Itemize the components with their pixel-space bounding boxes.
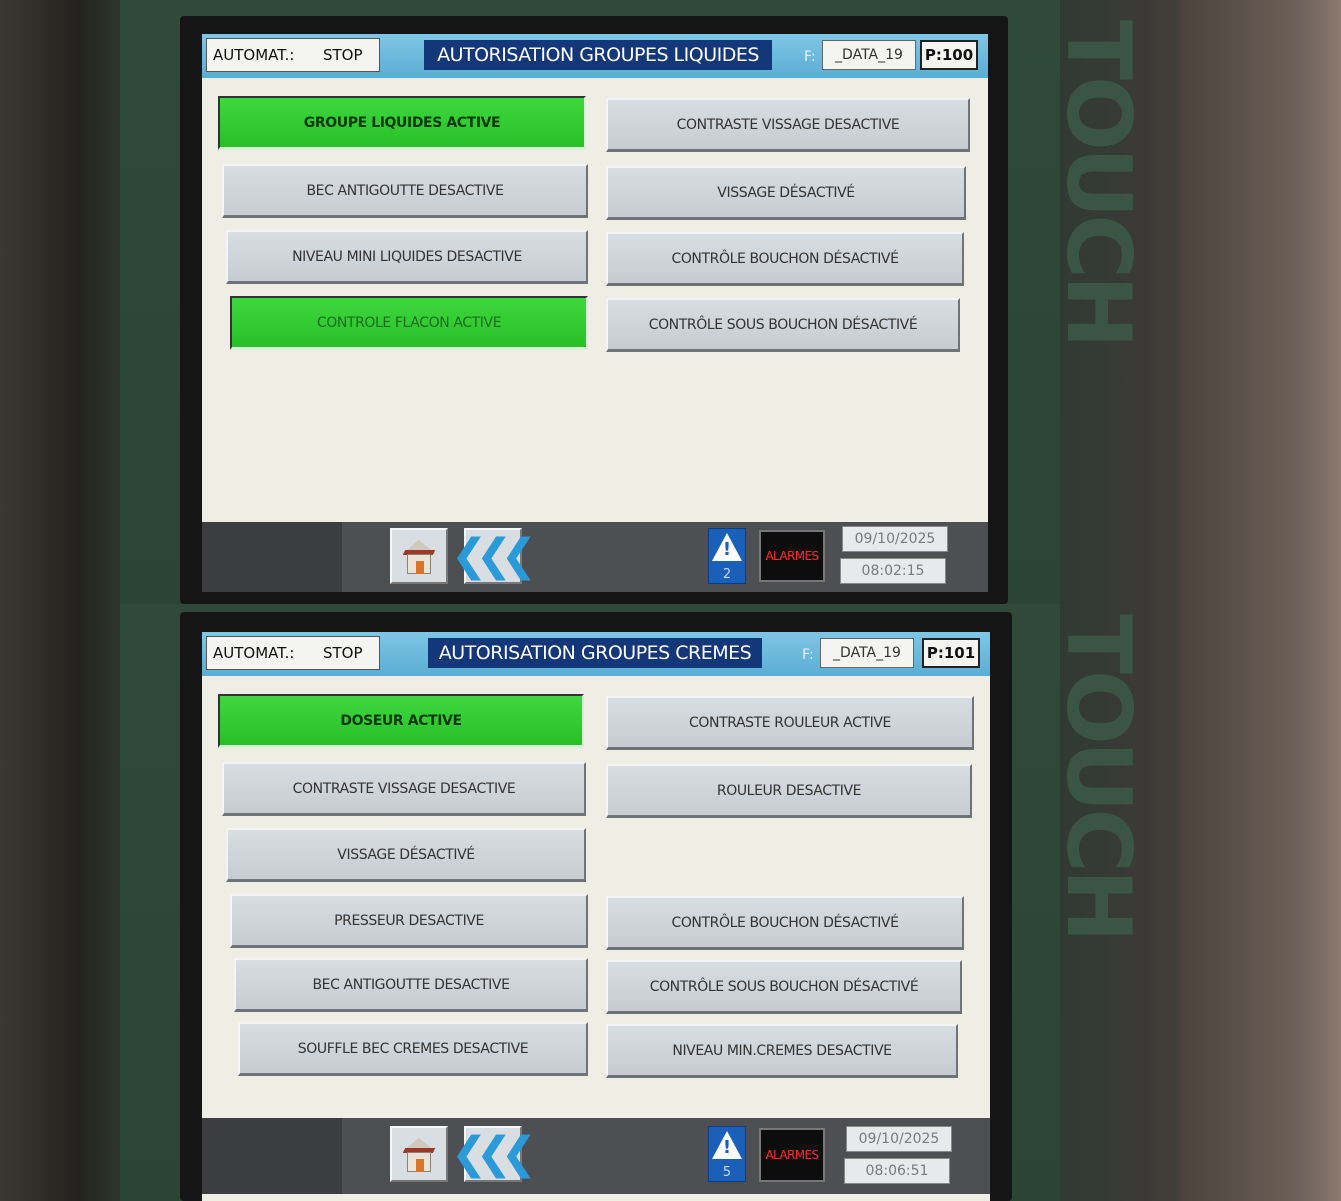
button-label: VISSAGE DÉSACTIVÉ: [717, 184, 855, 201]
header-bar: AUTOMAT.: STOP AUTORISATION GROUPES LIQU…: [202, 34, 988, 78]
hmi-screen-cremes: AUTOMAT.: STOP AUTORISATION GROUPES CREM…: [202, 632, 990, 1201]
date-display: 09/10/2025: [846, 1126, 952, 1152]
toggle-controle-sous-bouchon[interactable]: CONTRÔLE SOUS BOUCHON DÉSACTIVÉ: [606, 960, 962, 1014]
toggle-niveau-mini-liquides[interactable]: NIVEAU MINI LIQUIDES DESACTIVE: [226, 230, 588, 284]
toggle-contraste-vissage[interactable]: CONTRASTE VISSAGE DESACTIVE: [606, 98, 970, 152]
button-label: CONTRASTE VISSAGE DESACTIVE: [676, 116, 900, 133]
alarms-button[interactable]: ALARMES: [759, 1128, 825, 1182]
automat-label: AUTOMAT.:: [213, 46, 295, 64]
bezel-brand-marking: TOUCH: [1047, 20, 1150, 345]
footer-left-panel: [202, 1118, 342, 1194]
page-number: P:101: [922, 638, 980, 668]
button-label: SOUFFLE BEC CREMES DESACTIVE: [297, 1040, 529, 1057]
background-right-metal: [1180, 0, 1341, 604]
hmi-screen-liquides: AUTOMAT.: STOP AUTORISATION GROUPES LIQU…: [202, 34, 988, 592]
photo-top: TOUCH AUTOMAT.: STOP AUTORISATION GROUPE…: [0, 0, 1341, 604]
toggle-niveau-min-cremes[interactable]: NIVEAU MIN.CREMES DESACTIVE: [606, 1024, 958, 1078]
home-button[interactable]: [390, 1126, 448, 1182]
warning-count: 5: [722, 1165, 732, 1180]
footer-left-panel: [202, 522, 342, 592]
toggle-vissage[interactable]: VISSAGE DÉSACTIVÉ: [606, 166, 966, 220]
warning-exclamation: !: [722, 1137, 732, 1158]
toggle-controle-sous-bouchon[interactable]: CONTRÔLE SOUS BOUCHON DÉSACTIVÉ: [606, 298, 960, 352]
home-icon: [392, 530, 446, 582]
time-display: 08:06:51: [844, 1158, 950, 1184]
home-icon: [392, 1128, 446, 1180]
button-label: DOSEUR ACTIVE: [340, 712, 462, 729]
button-label: GROUPE LIQUIDES ACTIVE: [303, 114, 501, 131]
data-id: _DATA_19: [822, 40, 916, 70]
toggle-doseur[interactable]: DOSEUR ACTIVE: [218, 694, 584, 748]
warning-button[interactable]: ! 5: [708, 1126, 746, 1182]
page-title: AUTORISATION GROUPES LIQUIDES: [424, 40, 772, 70]
f-label: F:: [802, 647, 814, 663]
data-id: _DATA_19: [820, 638, 914, 668]
button-label: VISSAGE DÉSACTIVÉ: [337, 846, 475, 863]
toggle-bec-antigoutte[interactable]: BEC ANTIGOUTTE DESACTIVE: [234, 958, 588, 1012]
alarms-button[interactable]: ALARMES: [759, 530, 825, 582]
header-bar: AUTOMAT.: STOP AUTORISATION GROUPES CREM…: [202, 632, 990, 676]
photo-bottom: TOUCH AUTOMAT.: STOP AUTORISATION GROUPE…: [0, 604, 1341, 1201]
toggle-contraste-vissage[interactable]: CONTRASTE VISSAGE DESACTIVE: [222, 762, 586, 816]
double-chevron-left-icon: ❮❮❮: [450, 530, 538, 581]
f-label: F:: [804, 49, 816, 65]
automat-label: AUTOMAT.:: [213, 644, 295, 662]
home-button[interactable]: [390, 528, 448, 584]
toggle-rouleur[interactable]: ROULEUR DESACTIVE: [606, 764, 972, 818]
button-label: CONTRASTE VISSAGE DESACTIVE: [292, 780, 516, 797]
automat-value: STOP: [323, 644, 363, 662]
automat-status: AUTOMAT.: STOP: [206, 38, 380, 72]
background-right-metal: [1180, 604, 1341, 1201]
bezel-brand-marking: TOUCH: [1047, 614, 1150, 939]
toggle-presseur[interactable]: PRESSEUR DESACTIVE: [230, 894, 588, 948]
button-label: BEC ANTIGOUTTE DESACTIVE: [312, 976, 510, 993]
automat-value: STOP: [323, 46, 363, 64]
toggle-vissage[interactable]: VISSAGE DÉSACTIVÉ: [226, 828, 586, 882]
footer-bar: ❮❮❮ ! 2 ALARMES 09/10/2025 08:02:15: [202, 522, 988, 592]
button-label: BEC ANTIGOUTTE DESACTIVE: [306, 182, 504, 199]
toggle-groupe-liquides[interactable]: GROUPE LIQUIDES ACTIVE: [218, 96, 586, 150]
toggle-contraste-rouleur[interactable]: CONTRASTE ROULEUR ACTIVE: [606, 696, 974, 750]
button-label: ROULEUR DESACTIVE: [716, 782, 862, 799]
back-button[interactable]: ❮❮❮: [451, 1126, 537, 1182]
time-display: 08:02:15: [840, 558, 946, 584]
toggle-controle-flacon[interactable]: CONTROLE FLACON ACTIVE: [230, 296, 588, 350]
button-label: CONTROLE FLACON ACTIVE: [316, 314, 502, 331]
automat-status: AUTOMAT.: STOP: [206, 636, 380, 670]
button-label: CONTRÔLE BOUCHON DÉSACTIVÉ: [671, 914, 899, 931]
footer-bar: ❮❮❮ ! 5 ALARMES 09/10/2025 08:06:51: [202, 1118, 990, 1194]
button-label: PRESSEUR DESACTIVE: [334, 912, 484, 929]
button-label: CONTRÔLE SOUS BOUCHON DÉSACTIVÉ: [648, 316, 918, 333]
toggle-bec-antigoutte[interactable]: BEC ANTIGOUTTE DESACTIVE: [222, 164, 588, 218]
button-label: NIVEAU MIN.CREMES DESACTIVE: [672, 1042, 892, 1059]
button-label: CONTRÔLE BOUCHON DÉSACTIVÉ: [671, 250, 899, 267]
date-display: 09/10/2025: [842, 526, 948, 552]
toggle-souffle-bec-cremes[interactable]: SOUFFLE BEC CREMES DESACTIVE: [238, 1022, 588, 1076]
button-label: NIVEAU MINI LIQUIDES DESACTIVE: [292, 248, 522, 265]
warning-count: 2: [722, 567, 732, 582]
toggle-controle-bouchon[interactable]: CONTRÔLE BOUCHON DÉSACTIVÉ: [606, 232, 964, 286]
background-left: [0, 0, 130, 604]
background-left: [0, 604, 130, 1201]
back-button[interactable]: ❮❮❮: [451, 528, 537, 584]
button-label: CONTRÔLE SOUS BOUCHON DÉSACTIVÉ: [649, 978, 919, 995]
button-label: CONTRASTE ROULEUR ACTIVE: [689, 714, 891, 731]
toggle-controle-bouchon[interactable]: CONTRÔLE BOUCHON DÉSACTIVÉ: [606, 896, 964, 950]
warning-button[interactable]: ! 2: [708, 528, 746, 584]
warning-exclamation: !: [722, 539, 732, 560]
page-title: AUTORISATION GROUPES CREMES: [428, 638, 762, 668]
page-number: P:100: [920, 40, 978, 70]
double-chevron-left-icon: ❮❮❮: [450, 1128, 538, 1179]
